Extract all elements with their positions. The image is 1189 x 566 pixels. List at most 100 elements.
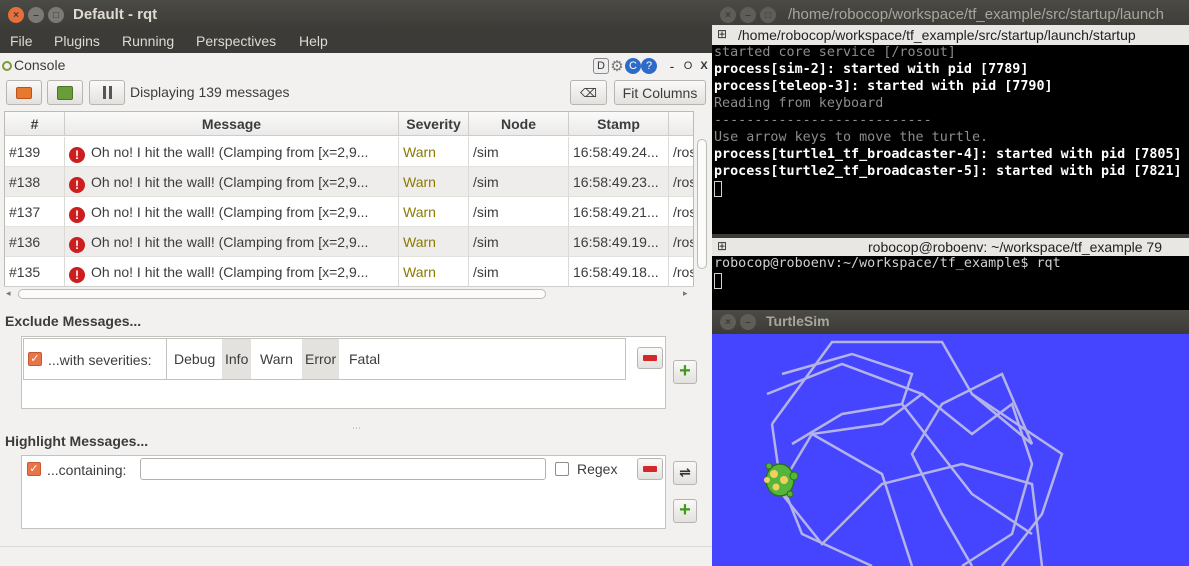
remove-exclude-filter-button[interactable] xyxy=(637,347,663,369)
row-topics: /ros xyxy=(673,174,693,190)
severity-error[interactable]: Error xyxy=(302,339,340,379)
save-button[interactable] xyxy=(47,80,83,105)
col-severity[interactable]: Severity xyxy=(399,112,469,136)
scrollbar-thumb[interactable] xyxy=(18,289,546,299)
row-stamp: 16:58:49.24... xyxy=(569,137,669,167)
table-header: # Message Severity Node Stamp xyxy=(5,112,693,136)
float-plugin-icon[interactable]: O xyxy=(680,58,696,74)
menu-help[interactable]: Help xyxy=(299,33,328,49)
menu-plugins[interactable]: Plugins xyxy=(54,33,100,49)
terminal-line: process[turtle1_tf_broadcaster-4]: start… xyxy=(714,147,1182,162)
minimize-window-button[interactable]: – xyxy=(28,7,44,23)
col-node[interactable]: Node xyxy=(469,112,569,136)
splitter-handle[interactable]: ⋯ xyxy=(352,423,361,434)
add-highlight-filter-button[interactable]: + xyxy=(673,499,697,523)
messages-table[interactable]: # Message Severity Node Stamp #139 ! Oh n… xyxy=(4,111,694,300)
containing-input[interactable] xyxy=(140,458,546,480)
col-message[interactable]: Message xyxy=(65,112,399,136)
plugin-drag-icon[interactable] xyxy=(2,61,12,71)
rqt-window: × – □ Default - rqt File Plugins Running… xyxy=(0,0,712,566)
row-severity: Warn xyxy=(399,137,469,167)
fit-columns-button[interactable]: Fit Columns xyxy=(614,80,706,105)
severity-info[interactable]: Info xyxy=(222,339,252,379)
row-topics: /ros xyxy=(673,144,693,160)
add-exclude-filter-button[interactable]: + xyxy=(673,360,697,384)
maximize-window-button[interactable]: □ xyxy=(48,7,64,23)
gear-icon[interactable]: ⚙ xyxy=(609,58,625,75)
severity-debug[interactable]: Debug xyxy=(171,339,218,379)
exclude-title: Exclude Messages... xyxy=(5,313,142,329)
highlight-options-button[interactable]: ⇌ xyxy=(673,461,697,485)
close-window-button[interactable]: × xyxy=(720,7,736,23)
terminal-cursor xyxy=(714,273,722,289)
exclude-enable-checkbox[interactable]: ✓ xyxy=(28,352,42,366)
table-row[interactable]: #138 ! Oh no! I hit the wall! (Clamping f… xyxy=(5,167,693,197)
table-horizontal-scrollbar[interactable]: ◂ ▸ xyxy=(4,286,694,300)
menu-perspectives[interactable]: Perspectives xyxy=(196,33,276,49)
menu-file[interactable]: File xyxy=(10,33,33,49)
terminal-line: robocop@roboenv:~/workspace/tf_example$ … xyxy=(714,256,1061,271)
save-icon xyxy=(57,85,73,100)
remove-highlight-filter-button[interactable] xyxy=(637,458,663,480)
col-stamp[interactable]: Stamp xyxy=(569,112,669,136)
with-severities-label: ...with severities: xyxy=(48,352,152,368)
help-icon[interactable]: ? xyxy=(641,58,657,74)
maximize-window-button[interactable]: □ xyxy=(760,7,776,23)
console-toolbar: Displaying 139 messages ⌫ Fit Columns xyxy=(0,78,712,108)
table-row[interactable]: #139 ! Oh no! I hit the wall! (Clamping f… xyxy=(5,137,693,167)
row-message: ! Oh no! I hit the wall! (Clamping from [… xyxy=(65,257,399,287)
highlight-panel: ✓ ...containing: Regex xyxy=(21,455,666,529)
terminal-window-launch[interactable]: × – □ /home/robocop/workspace/tf_example… xyxy=(712,0,1189,228)
terminal-tab-title[interactable]: /home/robocop/workspace/tf_example/src/s… xyxy=(738,27,1136,43)
terminal-tab-title[interactable]: robocop@roboenv: ~/workspace/tf_example … xyxy=(868,239,1162,255)
terminal-line: process[teleop-3]: started with pid [779… xyxy=(714,79,1053,94)
terminal-title: /home/robocop/workspace/tf_example/src/s… xyxy=(788,6,1165,23)
status-bar xyxy=(0,546,712,566)
vscroll-thumb[interactable] xyxy=(697,139,707,269)
turtlesim-window[interactable]: × – TurtleSim xyxy=(712,310,1189,566)
close-window-button[interactable]: × xyxy=(8,7,24,23)
scroll-right-icon[interactable]: ▸ xyxy=(683,288,688,299)
severity-fatal[interactable]: Fatal xyxy=(346,339,383,379)
table-row[interactable]: #135 ! Oh no! I hit the wall! (Clamping f… xyxy=(5,257,693,287)
highlight-enable-checkbox[interactable]: ✓ xyxy=(27,462,41,476)
table-row[interactable]: #136 ! Oh no! I hit the wall! (Clamping f… xyxy=(5,227,693,257)
table-vertical-scrollbar[interactable] xyxy=(695,111,709,286)
containing-label: ...containing: xyxy=(47,462,127,478)
table-row[interactable]: #137 ! Oh no! I hit the wall! (Clamping f… xyxy=(5,197,693,227)
row-message: ! Oh no! I hit the wall! (Clamping from [… xyxy=(65,227,399,257)
menu-running[interactable]: Running xyxy=(122,33,174,49)
minimize-window-button[interactable]: – xyxy=(740,314,756,330)
scroll-left-icon[interactable]: ◂ xyxy=(6,288,11,299)
minimize-plugin-icon[interactable]: - xyxy=(664,58,680,74)
terminal-window-rqt[interactable]: ⊞ robocop@roboenv: ~/workspace/tf_exampl… xyxy=(712,228,1189,310)
open-button[interactable] xyxy=(6,80,42,105)
col-number[interactable]: # xyxy=(5,112,65,136)
pause-button[interactable] xyxy=(89,80,125,105)
row-id: #137 xyxy=(5,197,65,227)
console-label: Console xyxy=(14,57,66,73)
row-topics: /ros xyxy=(673,204,693,220)
dock-d-icon[interactable]: D xyxy=(593,58,609,74)
row-severity: Warn xyxy=(399,227,469,257)
menubar: File Plugins Running Perspectives Help xyxy=(0,30,712,53)
highlight-title: Highlight Messages... xyxy=(5,433,149,449)
row-node: /sim xyxy=(469,197,569,227)
row-topics: /ros xyxy=(673,264,693,280)
close-plugin-icon[interactable]: X xyxy=(696,58,712,74)
severity-warn[interactable]: Warn xyxy=(257,339,296,379)
clear-button[interactable]: ⌫ xyxy=(570,80,607,105)
reload-icon[interactable]: C xyxy=(625,58,641,74)
rqt-titlebar: × – □ Default - rqt xyxy=(0,0,712,30)
severity-list: Debug Info Warn Error Fatal xyxy=(166,339,626,379)
filter-icon: ⇌ xyxy=(679,464,691,480)
regex-checkbox[interactable] xyxy=(555,462,569,476)
minimize-window-button[interactable]: – xyxy=(740,7,756,23)
turtlesim-title: TurtleSim xyxy=(766,313,830,329)
turtle-trail xyxy=(766,340,1064,566)
message-count-status: Displaying 139 messages xyxy=(130,84,290,100)
row-message: ! Oh no! I hit the wall! (Clamping from [… xyxy=(65,167,399,197)
error-icon: ! xyxy=(69,267,85,283)
error-icon: ! xyxy=(69,147,85,163)
close-window-button[interactable]: × xyxy=(720,314,736,330)
